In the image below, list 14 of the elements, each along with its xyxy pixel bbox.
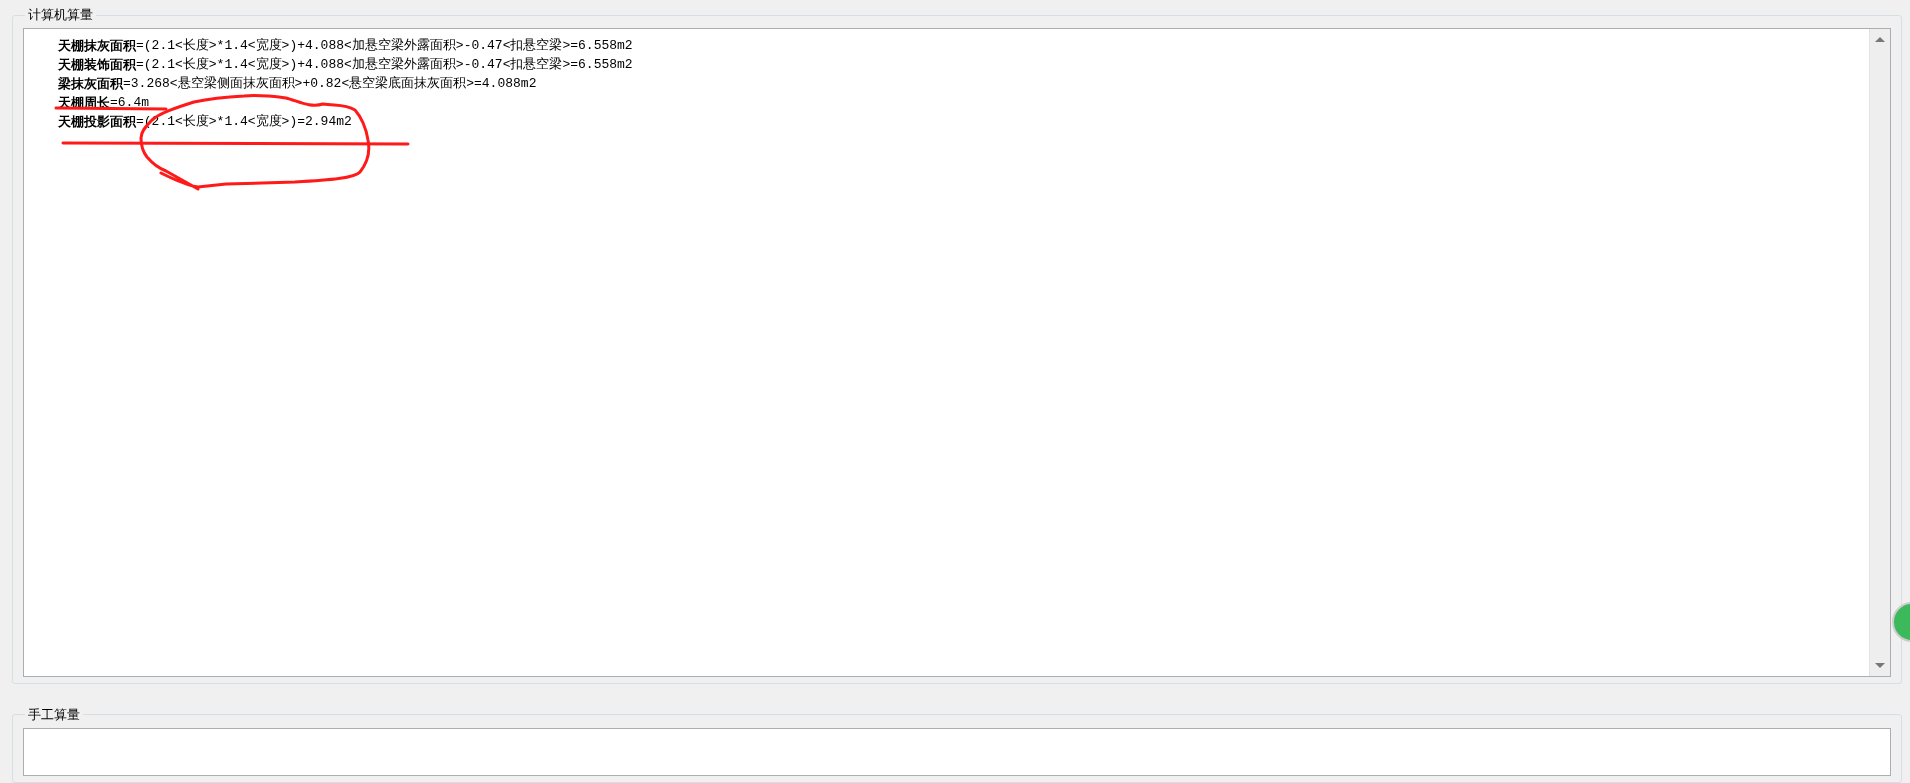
quantity-label: 天棚抹灰面积 <box>58 37 136 55</box>
scroll-down-icon[interactable] <box>1875 662 1885 668</box>
quantity-label: 天棚投影面积 <box>58 113 136 131</box>
quantity-formula: =3.268<悬空梁侧面抹灰面积>+0.82<悬空梁底面抹灰面积>=4.088m2 <box>123 75 537 93</box>
scroll-up-icon[interactable] <box>1875 37 1885 42</box>
quantity-formula: =(2.1<长度>*1.4<宽度>)+4.088<加悬空梁外露面积>-0.47<扣悬空梁>=6.558m2 <box>136 56 633 74</box>
quantity-formula: =6.4m <box>110 94 149 112</box>
group-title: 计算机算量 <box>27 6 94 24</box>
vertical-scrollbar[interactable] <box>1869 29 1890 676</box>
quantity-label: 梁抹灰面积 <box>58 75 123 93</box>
quantity-label: 天棚装饰面积 <box>58 56 136 74</box>
manual-text-area[interactable] <box>23 727 1891 776</box>
group-title: 手工算量 <box>27 705 81 724</box>
quantity-formula: =(2.1<长度>*1.4<宽度>)+4.088<加悬空梁外露面积>-0.47<扣悬空梁>=6.558m2 <box>136 37 633 55</box>
